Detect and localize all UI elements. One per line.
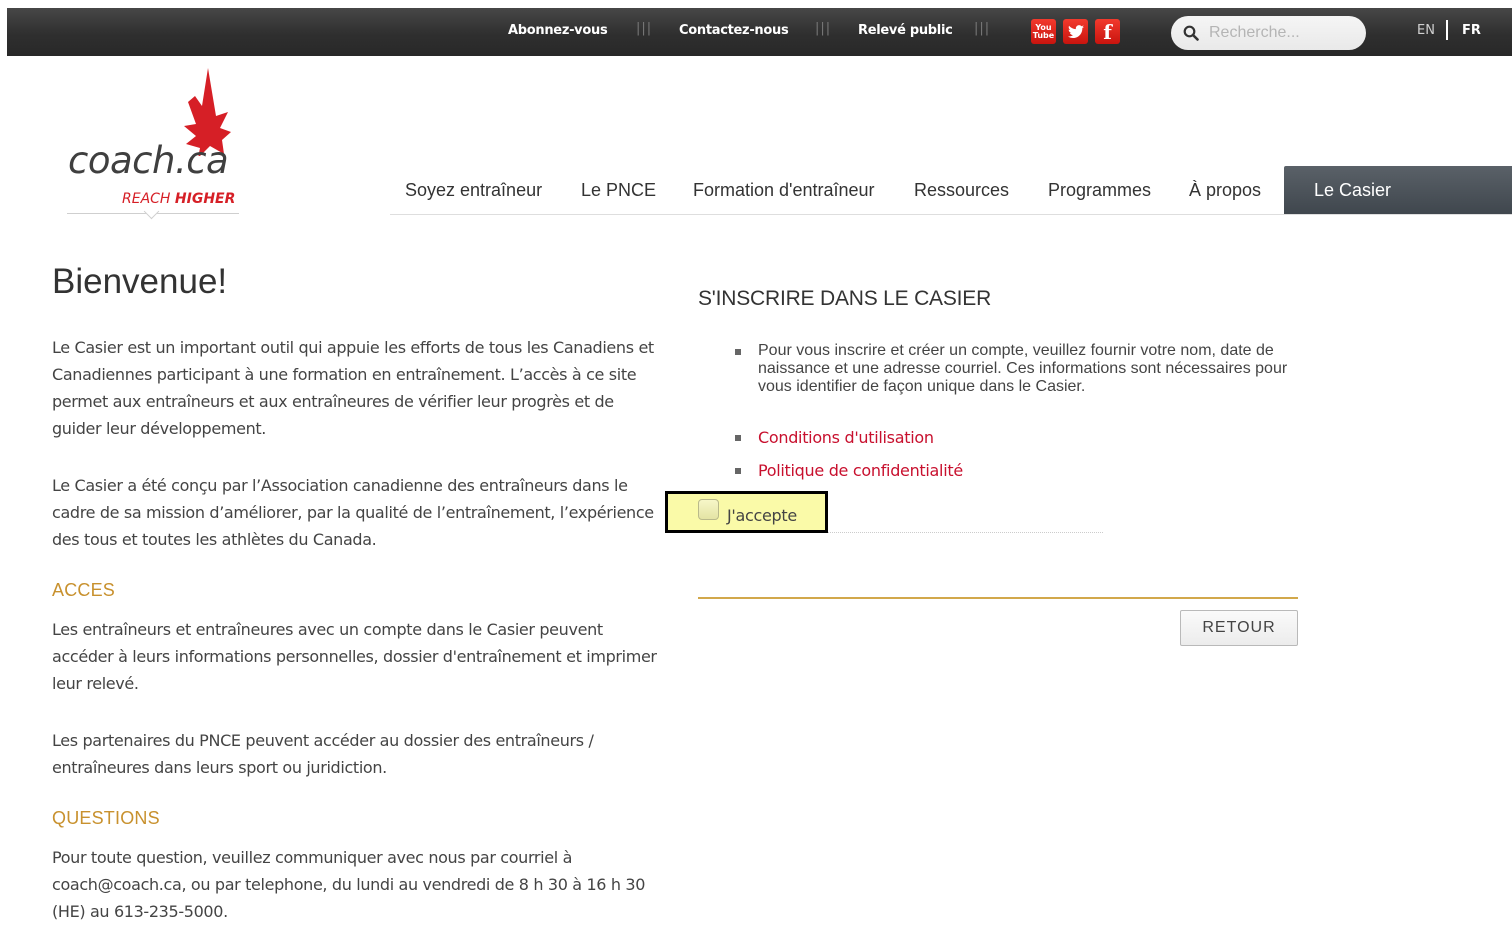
terms-of-use-link[interactable]: Conditions d'utilisation — [758, 428, 934, 447]
nav-item-locker-active[interactable]: Le Casier — [1284, 166, 1512, 215]
top-separator: ||| — [974, 21, 991, 36]
top-link-subscribe[interactable]: Abonnez-vous — [508, 23, 608, 38]
privacy-policy-link[interactable]: Politique de confidentialité — [758, 461, 963, 480]
top-separator: ||| — [636, 21, 653, 36]
nav-item-programs[interactable]: Programmes — [1048, 180, 1151, 201]
accept-label[interactable]: J'accepte — [727, 506, 797, 525]
accept-dotted-divider — [828, 532, 1103, 533]
register-title: S'INSCRIRE DANS LE CASIER — [698, 287, 992, 310]
logo-tagline-bold: HIGHER — [174, 191, 236, 207]
partners-paragraph: Les partenaires du PNCE peuvent accéder … — [52, 731, 594, 777]
nav-item-coach-training[interactable]: Formation d'entraîneur — [693, 180, 875, 201]
nav-item-become-coach[interactable]: Soyez entraîneur — [405, 180, 542, 201]
search-box — [1171, 16, 1366, 50]
access-paragraph: Les entraîneurs et entraîneures avec un … — [52, 620, 657, 693]
nav-item-about[interactable]: À propos — [1189, 180, 1261, 201]
accept-checkbox[interactable] — [698, 499, 719, 520]
back-button[interactable]: RETOUR — [1180, 610, 1298, 646]
facebook-icon[interactable]: f — [1095, 19, 1120, 44]
lang-en-link[interactable]: EN — [1417, 23, 1435, 38]
bullet-icon — [735, 435, 741, 441]
logo-wordmark: coach.ca — [68, 139, 229, 182]
top-separator: ||| — [815, 21, 832, 36]
bullet-icon — [735, 468, 741, 474]
page-title: Bienvenue! — [52, 262, 228, 301]
search-input[interactable] — [1207, 23, 1361, 43]
nav-item-pnce[interactable]: Le PNCE — [581, 180, 656, 201]
twitter-bird-icon — [1067, 24, 1084, 38]
logo-tagline-light: REACH — [122, 191, 175, 207]
top-bar: Abonnez-vous ||| Contactez-nous ||| Rele… — [7, 8, 1512, 56]
design-paragraph: Le Casier a été conçu par l’Association … — [52, 476, 654, 549]
top-link-public-record[interactable]: Relevé public — [858, 23, 953, 38]
lang-separator — [1446, 20, 1448, 40]
gold-divider — [698, 597, 1298, 599]
access-heading: ACCES — [52, 580, 116, 600]
coach-ca-logo[interactable]: coach.ca REACH HIGHER — [60, 66, 250, 226]
top-link-contact[interactable]: Contactez-nous — [679, 23, 789, 38]
youtube-icon[interactable]: You Tube — [1031, 19, 1056, 44]
questions-paragraph: Pour toute question, veuillez communique… — [52, 848, 646, 921]
nav-item-resources[interactable]: Ressources — [914, 180, 1009, 201]
youtube-icon-text: Tube — [1032, 30, 1055, 40]
search-icon — [1183, 25, 1199, 41]
questions-heading: QUESTIONS — [52, 808, 160, 828]
intro-paragraph: Le Casier est un important outil qui app… — [52, 338, 654, 438]
nav-divider — [390, 214, 1512, 215]
logo-tagline: REACH HIGHER — [122, 191, 235, 207]
register-info-text: Pour vous inscrire et créer un compte, v… — [758, 342, 1288, 395]
twitter-icon[interactable] — [1063, 19, 1088, 44]
lang-fr-link[interactable]: FR — [1462, 23, 1481, 38]
bullet-icon — [735, 349, 741, 355]
